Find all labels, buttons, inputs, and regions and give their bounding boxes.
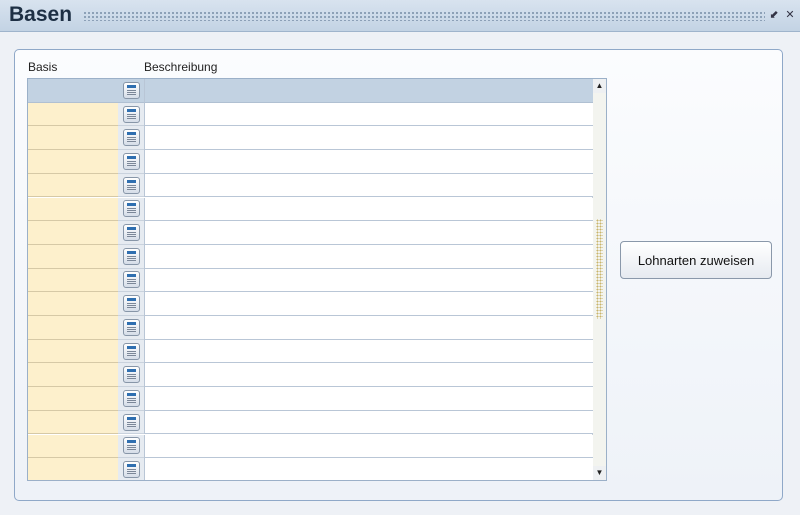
list-lookup-icon[interactable] (122, 224, 140, 242)
column-header-beschreibung: Beschreibung (144, 60, 218, 74)
close-icon[interactable]: ✕ (784, 8, 796, 22)
table-row[interactable] (28, 221, 593, 245)
table-row[interactable] (28, 173, 593, 198)
table-row[interactable] (28, 363, 593, 388)
table-row[interactable] (28, 79, 593, 103)
beschreibung-field[interactable] (144, 363, 593, 388)
window-title: Basen (9, 3, 73, 26)
table-row[interactable] (28, 387, 593, 411)
lookup-cell (118, 316, 144, 340)
list-lookup-icon[interactable] (122, 366, 140, 384)
lookup-cell (118, 197, 144, 222)
table-row[interactable] (28, 458, 593, 480)
lookup-cell (118, 244, 144, 269)
lohnarten-zuweisen-button[interactable]: Lohnarten zuweisen (620, 241, 772, 279)
beschreibung-field[interactable] (144, 339, 593, 364)
basis-field[interactable] (28, 363, 118, 388)
lookup-cell (118, 363, 144, 388)
beschreibung-field[interactable] (144, 410, 593, 435)
basis-field[interactable] (28, 197, 118, 222)
basis-field[interactable] (28, 292, 118, 316)
beschreibung-field[interactable] (144, 126, 593, 151)
table-row[interactable] (28, 244, 593, 269)
beschreibung-field[interactable] (144, 292, 593, 316)
basen-table: ▲ ▼ (27, 78, 607, 481)
column-header-basis: Basis (28, 60, 58, 74)
beschreibung-field[interactable] (144, 173, 593, 198)
lookup-cell (118, 150, 144, 174)
lookup-cell (118, 434, 144, 459)
scroll-grip[interactable] (596, 219, 603, 319)
basis-field[interactable] (28, 434, 118, 459)
list-lookup-icon[interactable] (122, 81, 140, 99)
list-lookup-icon[interactable] (122, 271, 140, 289)
basis-field[interactable] (28, 79, 118, 103)
lookup-cell (118, 221, 144, 245)
list-lookup-icon[interactable] (122, 105, 140, 123)
basis-field[interactable] (28, 339, 118, 364)
beschreibung-field[interactable] (144, 197, 593, 222)
lookup-cell (118, 410, 144, 435)
basis-field[interactable] (28, 387, 118, 411)
basis-field[interactable] (28, 150, 118, 174)
scroll-up-arrow-icon[interactable]: ▲ (593, 79, 606, 93)
beschreibung-field[interactable] (144, 387, 593, 411)
vertical-scrollbar[interactable]: ▲ ▼ (592, 79, 606, 480)
table-row[interactable] (28, 150, 593, 174)
table-row[interactable] (28, 268, 593, 293)
table-row[interactable] (28, 102, 593, 127)
titlebar-pattern (83, 11, 765, 21)
basis-field[interactable] (28, 458, 118, 480)
lookup-cell (118, 173, 144, 198)
basis-field[interactable] (28, 102, 118, 127)
basis-field[interactable] (28, 173, 118, 198)
beschreibung-field[interactable] (144, 102, 593, 127)
beschreibung-field[interactable] (144, 244, 593, 269)
beschreibung-field[interactable] (144, 268, 593, 293)
lookup-cell (118, 339, 144, 364)
basis-field[interactable] (28, 410, 118, 435)
table-row[interactable] (28, 410, 593, 435)
basis-field[interactable] (28, 126, 118, 151)
lookup-cell (118, 126, 144, 151)
beschreibung-field[interactable] (144, 434, 593, 459)
list-lookup-icon[interactable] (122, 413, 140, 431)
list-lookup-icon[interactable] (122, 437, 140, 455)
list-lookup-icon[interactable] (122, 247, 140, 265)
beschreibung-field[interactable] (144, 79, 593, 103)
beschreibung-field[interactable] (144, 221, 593, 245)
basis-field[interactable] (28, 316, 118, 340)
list-lookup-icon[interactable] (122, 176, 140, 194)
table-row[interactable] (28, 434, 593, 459)
basis-field[interactable] (28, 221, 118, 245)
window-titlebar: Basen ⬋ ✕ (0, 0, 800, 32)
lookup-cell (118, 458, 144, 480)
basis-field[interactable] (28, 268, 118, 293)
lookup-cell (118, 292, 144, 316)
list-lookup-icon[interactable] (122, 152, 140, 170)
table-row[interactable] (28, 316, 593, 340)
lookup-cell (118, 387, 144, 411)
basis-field[interactable] (28, 244, 118, 269)
beschreibung-field[interactable] (144, 458, 593, 480)
window-controls: ⬋ ✕ (768, 8, 796, 22)
list-lookup-icon[interactable] (122, 295, 140, 313)
lookup-cell (118, 79, 144, 103)
list-lookup-icon[interactable] (122, 129, 140, 147)
list-lookup-icon[interactable] (122, 461, 140, 479)
minimize-icon[interactable]: ⬋ (768, 8, 780, 22)
beschreibung-field[interactable] (144, 150, 593, 174)
list-lookup-icon[interactable] (122, 318, 140, 336)
list-lookup-icon[interactable] (122, 200, 140, 218)
lookup-cell (118, 268, 144, 293)
table-row[interactable] (28, 339, 593, 364)
list-lookup-icon[interactable] (122, 342, 140, 360)
table-row[interactable] (28, 197, 593, 222)
beschreibung-field[interactable] (144, 316, 593, 340)
table-row[interactable] (28, 292, 593, 316)
scroll-down-arrow-icon[interactable]: ▼ (593, 466, 606, 480)
lookup-cell (118, 102, 144, 127)
list-lookup-icon[interactable] (122, 389, 140, 407)
table-row[interactable] (28, 126, 593, 151)
